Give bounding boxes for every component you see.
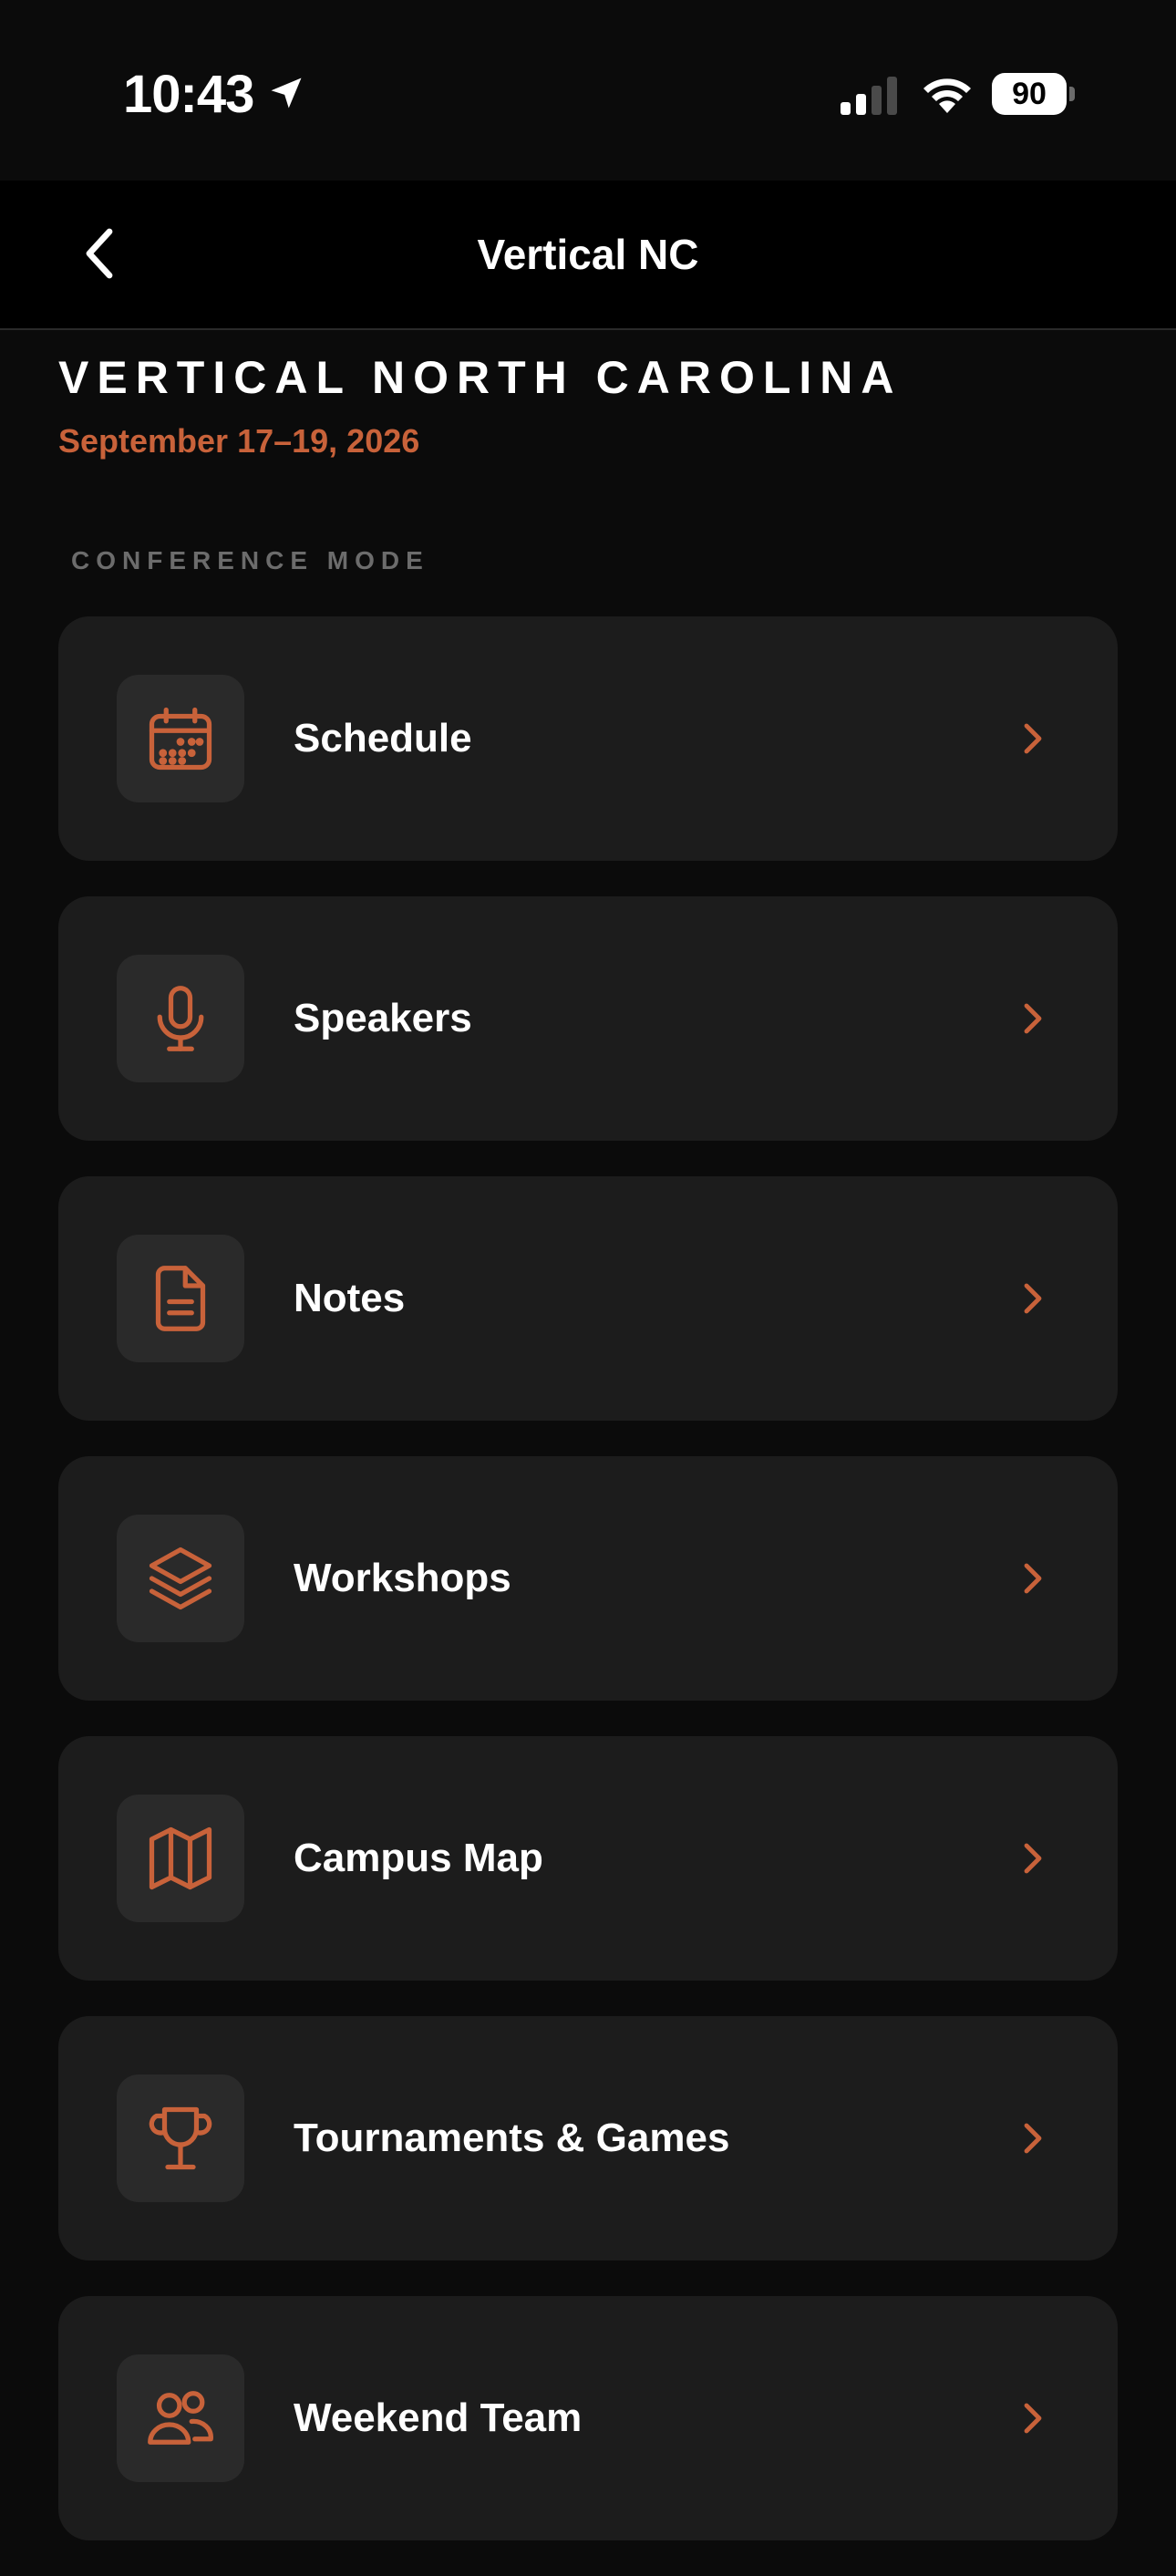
location-arrow-icon bbox=[271, 78, 302, 109]
icon-tile bbox=[117, 1515, 244, 1642]
menu-item-tournaments-games[interactable]: Tournaments & Games bbox=[58, 2016, 1118, 2260]
event-title: VERTICAL NORTH CAROLINA bbox=[58, 352, 903, 403]
status-time: 10:43 bbox=[123, 65, 254, 124]
document-icon bbox=[155, 1266, 206, 1331]
menu-item-label: Schedule bbox=[294, 716, 472, 760]
menu-item-label: Tournaments & Games bbox=[294, 2116, 730, 2160]
menu-item-speakers[interactable]: Speakers bbox=[58, 896, 1118, 1141]
wifi-icon bbox=[923, 78, 971, 113]
calendar-icon bbox=[149, 707, 212, 771]
trophy-icon bbox=[149, 2106, 212, 2170]
icon-tile bbox=[117, 2354, 244, 2482]
chevron-right-icon bbox=[1024, 1563, 1042, 1594]
menu-item-label: Speakers bbox=[294, 996, 472, 1040]
chevron-right-icon bbox=[1024, 2123, 1042, 2154]
map-icon bbox=[149, 1826, 212, 1890]
chevron-right-icon bbox=[1024, 1843, 1042, 1874]
event-dates: September 17–19, 2026 bbox=[58, 422, 420, 460]
menu-item-label: Notes bbox=[294, 1276, 406, 1320]
menu-item-notes[interactable]: Notes bbox=[58, 1176, 1118, 1421]
cellular-signal-icon bbox=[841, 77, 897, 115]
battery-icon: 90 bbox=[992, 73, 1075, 115]
navigation-bar: Vertical NC bbox=[0, 181, 1176, 330]
chevron-left-icon bbox=[86, 228, 113, 279]
icon-tile bbox=[117, 2074, 244, 2202]
icon-tile bbox=[117, 675, 244, 802]
status-bar: 10:43 90 bbox=[0, 0, 1176, 181]
menu-item-weekend-team[interactable]: Weekend Team bbox=[58, 2296, 1118, 2540]
icon-tile bbox=[117, 1795, 244, 1922]
chevron-right-icon bbox=[1024, 1283, 1042, 1314]
microphone-icon bbox=[157, 986, 204, 1051]
back-button[interactable] bbox=[64, 217, 137, 290]
layers-icon bbox=[149, 1547, 212, 1610]
battery-level: 90 bbox=[1012, 77, 1047, 111]
users-icon bbox=[148, 2391, 213, 2445]
menu-item-workshops[interactable]: Workshops bbox=[58, 1456, 1118, 1701]
menu-item-label: Weekend Team bbox=[294, 2395, 583, 2440]
conference-menu: Schedule Speakers Notes Workshops Campus… bbox=[58, 616, 1118, 2576]
chevron-right-icon bbox=[1024, 1003, 1042, 1034]
chevron-right-icon bbox=[1024, 723, 1042, 754]
icon-tile bbox=[117, 955, 244, 1082]
icon-tile bbox=[117, 1235, 244, 1362]
nav-title: Vertical NC bbox=[477, 231, 699, 278]
menu-item-label: Campus Map bbox=[294, 1836, 543, 1880]
section-label: CONFERENCE MODE bbox=[71, 546, 429, 574]
menu-item-label: Workshops bbox=[294, 1556, 511, 1600]
menu-item-campus-map[interactable]: Campus Map bbox=[58, 1736, 1118, 1981]
battery-tip bbox=[1069, 87, 1075, 101]
chevron-right-icon bbox=[1024, 2403, 1042, 2434]
menu-item-schedule[interactable]: Schedule bbox=[58, 616, 1118, 861]
